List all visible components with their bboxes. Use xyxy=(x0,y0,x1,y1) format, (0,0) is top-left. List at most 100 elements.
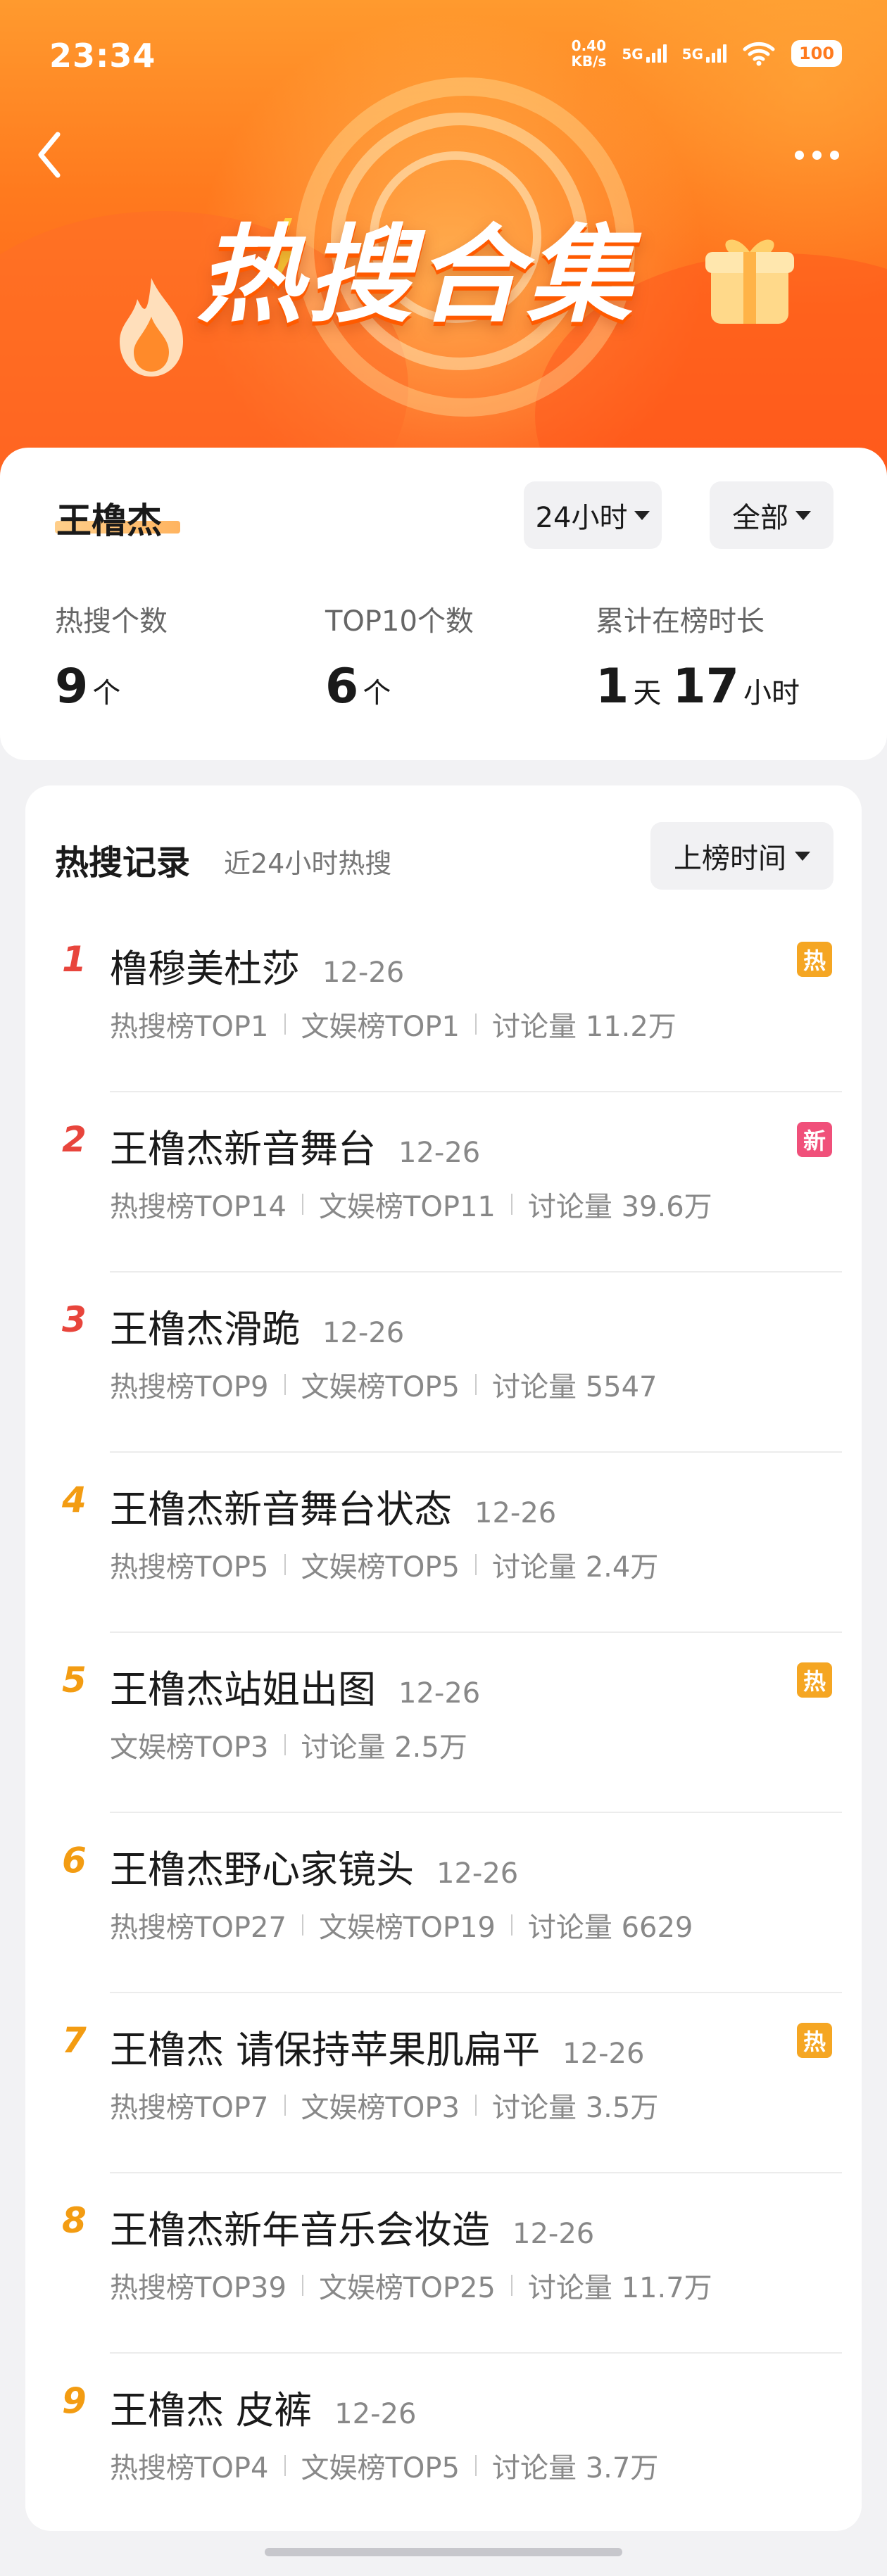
topic-meta: 讨论量 3.7万 xyxy=(492,2452,659,2485)
signal-icon: 5G xyxy=(622,44,667,63)
topic-meta: 文娱榜TOP3 xyxy=(110,1731,269,1764)
topic-meta: 热搜榜TOP1 xyxy=(110,1011,269,1043)
scope-filter-dropdown[interactable]: 全部 xyxy=(710,481,833,549)
home-indicator[interactable] xyxy=(265,2548,622,2556)
topic-title: 橹穆美杜莎 xyxy=(110,947,300,991)
meta-separator xyxy=(284,1554,286,1575)
topic-title: 王橹杰新音舞台状态 xyxy=(110,1487,452,1532)
topic-meta: 讨论量 3.5万 xyxy=(492,2092,659,2124)
topic-meta: 文娱榜TOP5 xyxy=(301,1551,460,1584)
signal-label: 5G xyxy=(622,46,643,63)
meta-separator xyxy=(475,2455,477,2476)
topic-title: 王橹杰新音舞台 xyxy=(110,1127,376,1171)
sort-label: 上榜时间 xyxy=(674,842,786,875)
rank-number: 8 xyxy=(62,2200,87,2241)
rank-number: 1 xyxy=(62,939,87,980)
meta-separator xyxy=(301,1194,303,1215)
topic-date: 12-26 xyxy=(398,1137,481,1169)
stat-hours-unit: 小时 xyxy=(743,677,800,709)
stat-days-unit: 天 xyxy=(633,677,662,709)
topic-meta: 热搜榜TOP27 xyxy=(110,1912,287,1944)
list-item[interactable]: 9 王橹杰 皮裤 12-26 热搜榜TOP4 文娱榜TOP5 讨论量 3.7万 xyxy=(25,2354,862,2534)
more-dot xyxy=(812,150,822,160)
more-dot xyxy=(794,150,804,160)
topic-meta: 文娱榜TOP5 xyxy=(301,2452,460,2485)
topic-meta: 热搜榜TOP4 xyxy=(110,2452,269,2485)
sort-dropdown[interactable]: 上榜时间 xyxy=(650,822,833,890)
list-item[interactable]: 6 王橹杰野心家镜头 12-26 热搜榜TOP27 文娱榜TOP19 讨论量 6629 xyxy=(25,1813,862,1993)
records-subtitle: 近24小时热搜 xyxy=(224,848,392,879)
list-item[interactable]: 4 王橹杰新音舞台状态 12-26 热搜榜TOP5 文娱榜TOP5 讨论量 2.4万 xyxy=(25,1453,862,1633)
list-item[interactable]: 1 橹穆美杜莎 12-26 热搜榜TOP1 文娱榜TOP1 讨论量 11.2万 热 xyxy=(25,912,862,1092)
hot-badge: 热 xyxy=(797,1662,832,1698)
more-dot xyxy=(829,150,839,160)
list-item[interactable]: 7 王橹杰 请保持苹果肌扁平 12-26 热搜榜TOP7 文娱榜TOP3 讨论量 3.5万… xyxy=(25,1993,862,2173)
topic-date: 12-26 xyxy=(512,2218,595,2250)
meta-separator xyxy=(301,2275,303,2296)
topic-meta: 热搜榜TOP9 xyxy=(110,1371,269,1403)
meta-separator xyxy=(510,1914,512,1936)
topic-title: 王橹杰站姐出图 xyxy=(110,1667,376,1712)
caret-down-icon xyxy=(795,510,811,520)
rank-number: 7 xyxy=(62,2020,87,2061)
list-item[interactable]: 2 王橹杰新音舞台 12-26 热搜榜TOP14 文娱榜TOP11 讨论量 39.6万 新 xyxy=(25,1092,862,1273)
topic-date: 12-26 xyxy=(322,1317,405,1349)
topic-date: 12-26 xyxy=(398,1677,481,1710)
topic-meta: 讨论量 11.2万 xyxy=(492,1011,677,1043)
signal-label: 5G xyxy=(681,46,703,63)
scope-filter-label: 全部 xyxy=(732,502,788,534)
new-badge: 新 xyxy=(797,1122,832,1157)
topic-title: 王橹杰滑跪 xyxy=(110,1307,300,1351)
stat-unit: 个 xyxy=(92,677,121,709)
topic-meta: 讨论量 2.5万 xyxy=(301,1731,467,1764)
meta-separator xyxy=(284,2455,286,2476)
meta-separator xyxy=(284,1374,286,1395)
topic-date: 12-26 xyxy=(322,956,405,989)
topic-title: 王橹杰野心家镜头 xyxy=(110,1848,414,1892)
list-item[interactable]: 3 王橹杰滑跪 12-26 热搜榜TOP9 文娱榜TOP5 讨论量 5547 xyxy=(25,1273,862,1453)
rank-number: 2 xyxy=(62,1119,87,1160)
header-banner: 23:34 0.40 KB/s 5G 5G 100 热搜合集 xyxy=(0,0,887,479)
time-filter-dropdown[interactable]: 24小时 xyxy=(524,481,662,549)
topic-meta: 文娱榜TOP3 xyxy=(301,2092,460,2124)
topic-title: 王橹杰 皮裤 xyxy=(110,2388,313,2432)
stat-hot-count: 热搜个数 9 个 xyxy=(55,598,168,714)
caret-down-icon xyxy=(795,851,810,861)
rank-number: 5 xyxy=(62,1660,87,1700)
stat-total-duration: 累计在榜时长 1 天 17 小时 xyxy=(596,598,800,714)
topic-meta: 讨论量 6629 xyxy=(527,1912,693,1944)
back-button[interactable] xyxy=(28,127,70,183)
status-time: 23:34 xyxy=(49,37,156,75)
more-button[interactable] xyxy=(781,141,852,169)
topic-meta: 热搜榜TOP5 xyxy=(110,1551,269,1584)
caret-down-icon xyxy=(634,510,650,520)
stat-label: TOP10个数 xyxy=(325,605,474,638)
hot-badge: 热 xyxy=(797,2023,832,2058)
meta-separator xyxy=(475,1554,477,1575)
net-speed-value: 0.40 xyxy=(571,37,607,54)
topic-title: 王橹杰 请保持苹果肌扁平 xyxy=(110,2028,541,2072)
topic-meta: 文娱榜TOP11 xyxy=(318,1191,496,1223)
stat-value: 9 xyxy=(55,659,89,714)
topic-date: 12-26 xyxy=(334,2398,417,2430)
stat-unit: 个 xyxy=(363,677,391,709)
rank-number: 6 xyxy=(62,1840,87,1881)
time-filter-label: 24小时 xyxy=(535,502,628,534)
meta-separator xyxy=(510,2275,512,2296)
status-bar: 23:34 0.40 KB/s 5G 5G 100 xyxy=(0,0,887,113)
stat-top10-count: TOP10个数 6 个 xyxy=(325,598,474,714)
rank-number: 9 xyxy=(62,2380,87,2421)
meta-separator xyxy=(510,1194,512,1215)
topic-meta: 文娱榜TOP25 xyxy=(318,2272,496,2304)
person-name: 王橹杰 xyxy=(56,500,162,541)
topic-meta: 热搜榜TOP14 xyxy=(110,1191,287,1223)
list-item[interactable]: 8 王橹杰新年音乐会妆造 12-26 热搜榜TOP39 文娱榜TOP25 讨论量 11.7… xyxy=(25,2173,862,2354)
rank-number: 3 xyxy=(62,1299,87,1340)
topic-meta: 热搜榜TOP39 xyxy=(110,2272,287,2304)
meta-separator xyxy=(284,1734,286,1755)
meta-separator xyxy=(284,1014,286,1035)
list-item[interactable]: 5 王橹杰站姐出图 12-26 文娱榜TOP3 讨论量 2.5万 热 xyxy=(25,1633,862,1813)
topic-date: 12-26 xyxy=(474,1497,557,1529)
chevron-left-icon xyxy=(38,132,61,178)
topic-title: 王橹杰新年音乐会妆造 xyxy=(110,2208,490,2252)
